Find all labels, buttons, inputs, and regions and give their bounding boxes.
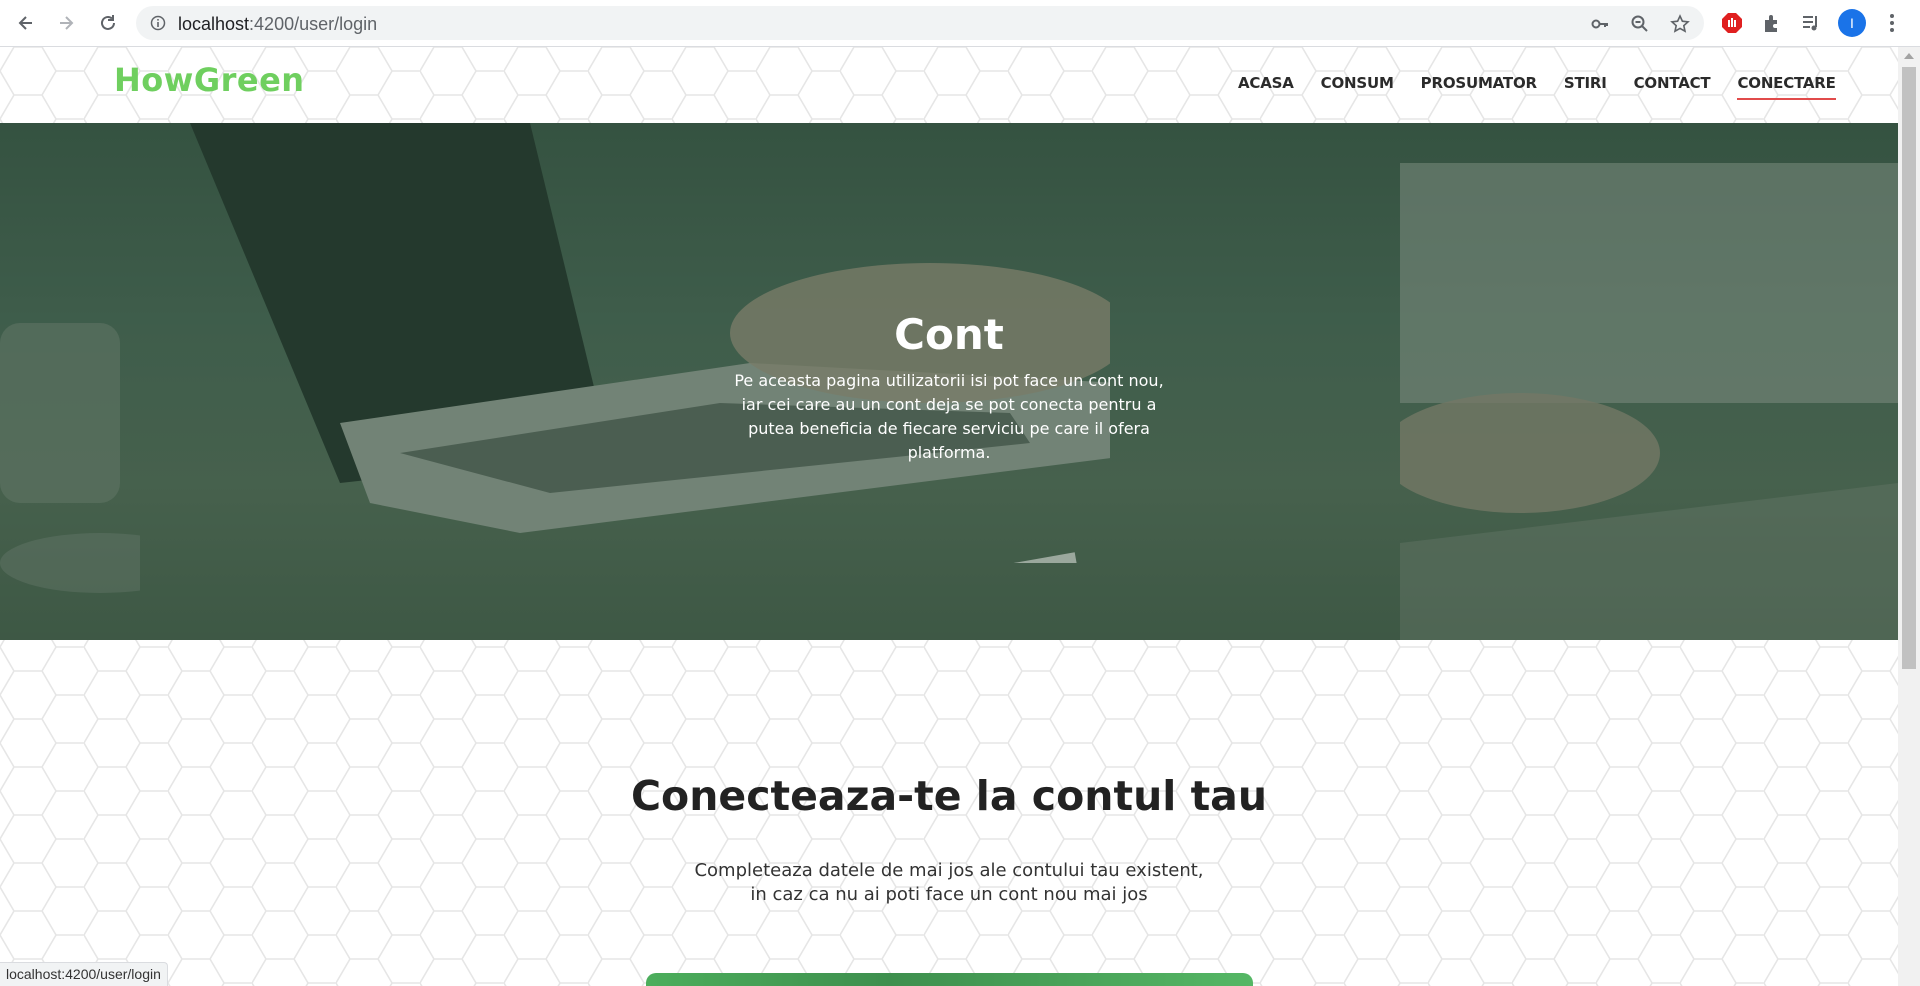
nav-item-prosumator[interactable]: PROSUMATOR [1421,74,1537,100]
login-form-card [646,973,1253,986]
url-path: :4200/user/login [249,14,378,34]
address-url: localhost:4200/user/login [178,14,377,35]
zoom-icon[interactable] [1630,14,1650,34]
reload-icon [101,15,115,30]
browser-menu-icon[interactable] [1880,11,1904,35]
page-scrollbar[interactable] [1898,47,1920,986]
extensions-puzzle-icon[interactable] [1760,11,1784,35]
site-header: HowGreen ACASA CONSUM PROSUMATOR STIRI C… [0,47,1898,123]
reload-button[interactable] [94,9,122,37]
site-logo[interactable]: HowGreen [114,61,305,99]
adblock-extension-icon[interactable] [1720,11,1744,35]
login-section-title: Conecteaza-te la contul tau [630,772,1268,820]
back-button[interactable] [12,9,40,37]
login-subtitle-line-2: in caz ca nu ai poti face un cont nou ma… [750,884,1148,905]
url-host: localhost [178,14,250,34]
nav-item-contact[interactable]: CONTACT [1634,74,1711,100]
main-navigation: ACASA CONSUM PROSUMATOR STIRI CONTACT CO… [1238,74,1836,100]
status-url-bubble: localhost:4200/user/login [0,962,168,986]
nav-item-stiri[interactable]: STIRI [1564,74,1607,100]
browser-toolbar: localhost:4200/user/login I [0,0,1920,47]
forward-arrow-icon [60,16,74,30]
avatar-letter: I [1850,15,1854,31]
back-arrow-icon [18,16,32,30]
address-bar[interactable]: localhost:4200/user/login [136,6,1704,40]
scrollbar-thumb[interactable] [1902,67,1916,669]
bookmark-star-icon[interactable] [1670,14,1690,34]
forward-button[interactable] [52,9,80,37]
login-section-subtitle: Completeaza datele de mai jos ale contul… [649,859,1249,907]
site-info-icon[interactable] [150,15,166,36]
hero-banner: Cont Pe aceasta pagina utilizatorii isi … [0,123,1898,640]
hero-description: Pe aceasta pagina utilizatorii isi pot f… [734,371,1164,462]
nav-item-acasa[interactable]: ACASA [1238,74,1294,100]
media-control-icon[interactable] [1799,11,1823,35]
nav-item-consum[interactable]: CONSUM [1321,74,1394,100]
nav-item-conectare[interactable]: CONECTARE [1737,74,1836,100]
scroll-up-arrow-icon[interactable] [1904,53,1914,59]
login-subtitle-line-1: Completeaza datele de mai jos ale contul… [694,860,1204,881]
profile-avatar[interactable]: I [1838,9,1866,37]
key-icon[interactable] [1590,14,1610,34]
hero-title: Cont [894,310,1004,359]
page-viewport: HowGreen ACASA CONSUM PROSUMATOR STIRI C… [0,47,1898,986]
